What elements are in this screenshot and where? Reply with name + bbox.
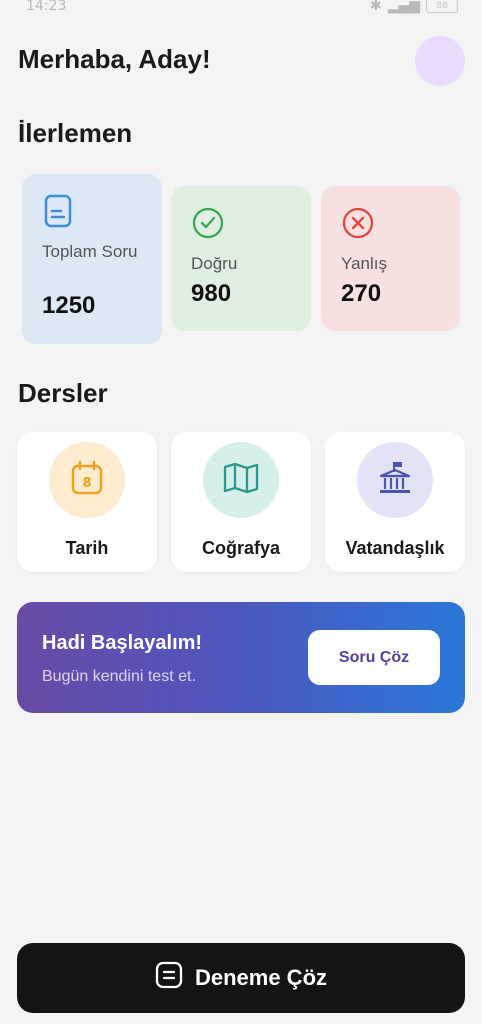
document-icon (42, 194, 74, 233)
banner-subtitle: Bugün kendini test et. (42, 668, 196, 685)
take-exam-label: Deneme Çöz (194, 965, 328, 990)
stat-label-wrong: Yanlış (341, 254, 387, 273)
stat-label-correct: Doğru (191, 254, 238, 273)
start-banner: Hadi Başlayalım! Bugün kendini test et. … (17, 602, 465, 713)
signal-icon: ▂▄▆ (387, 0, 420, 14)
course-card-vatandaslik[interactable]: Vatandaşlık (325, 432, 465, 572)
map-icon (222, 462, 260, 499)
battery-icon: 88 (426, 0, 458, 13)
svg-text:8: 8 (82, 476, 91, 491)
status-bar: 14:23 ✱ ▂▄▆ 88 (0, 0, 482, 18)
stat-label-total: Toplam Soru (42, 242, 138, 261)
course-label: Coğrafya (201, 538, 281, 558)
exam-icon (155, 961, 183, 995)
course-label: Vatandaşlık (345, 538, 445, 558)
course-label: Tarih (65, 538, 109, 558)
banner-title: Hadi Başlayalım! (42, 632, 203, 654)
greeting-title: Merhaba, Aday! (18, 44, 211, 74)
course-card-cografya[interactable]: Coğrafya (171, 432, 311, 572)
stat-value-wrong: 270 (341, 280, 382, 307)
stat-card-total: Toplam Soru 1250 (22, 174, 162, 344)
battery-level: 88 (436, 1, 448, 11)
check-circle-icon (191, 206, 225, 245)
stat-value-correct: 980 (191, 280, 232, 307)
status-time: 14:23 (26, 0, 67, 14)
stat-card-wrong: Yanlış 270 (321, 186, 460, 331)
course-icon-circle (203, 442, 279, 518)
progress-title: İlerlemen (18, 118, 133, 148)
course-icon-circle (357, 442, 433, 518)
courses-title: Dersler (18, 378, 108, 408)
calendar-icon: 8 (70, 460, 104, 501)
x-circle-icon (341, 206, 375, 245)
avatar[interactable] (415, 36, 465, 86)
stat-card-correct: Doğru 980 (171, 186, 311, 331)
course-card-tarih[interactable]: 8 Tarih (17, 432, 157, 572)
course-icon-circle: 8 (49, 442, 125, 518)
take-exam-button[interactable]: Deneme Çöz (17, 943, 465, 1013)
stat-value-total: 1250 (42, 292, 96, 319)
solve-question-button[interactable]: Soru Çöz (308, 630, 440, 685)
bluetooth-icon: ✱ (369, 0, 382, 14)
government-building-icon (377, 460, 413, 501)
status-icons: ✱ ▂▄▆ 88 (370, 0, 458, 14)
